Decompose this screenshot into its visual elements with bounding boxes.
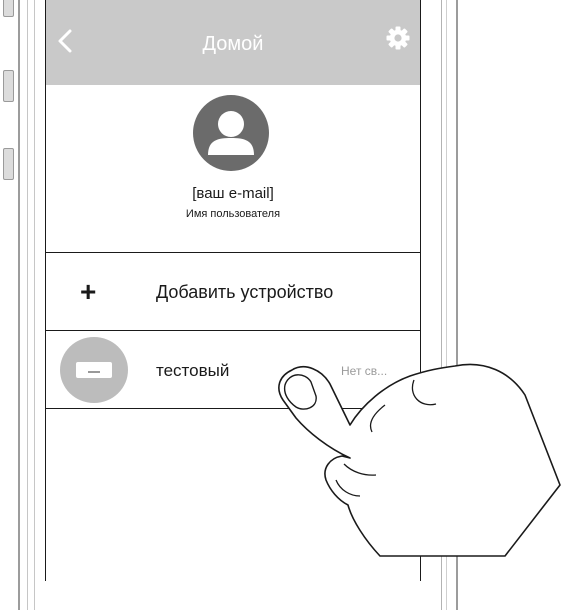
device-avatar [60, 337, 128, 403]
air-conditioner-icon [76, 362, 112, 378]
app-screen: Домой [ваш e-mail] Имя пользователя + До… [45, 0, 421, 581]
device-status: Нет св... [341, 364, 388, 378]
phone-volume-down-button [3, 148, 14, 180]
profile-section: [ваш e-mail] Имя пользователя [46, 85, 420, 252]
phone-side-button-top [3, 0, 14, 17]
user-icon[interactable] [193, 95, 269, 171]
phone-volume-up-button [3, 70, 14, 102]
page-title: Домой [202, 33, 264, 55]
user-email: [ваш e-mail] [192, 185, 274, 202]
add-device-label: Добавить устройство [156, 282, 334, 302]
device-name: тестовый [156, 361, 230, 380]
user-name: Имя пользователя [185, 208, 281, 220]
phone-frame-inner-left [27, 0, 35, 610]
plus-icon: + [80, 276, 97, 307]
gear-icon[interactable] [386, 26, 410, 50]
header-bar: Домой [46, 0, 420, 85]
device-list-item[interactable]: тестовый Нет св... [46, 331, 420, 408]
add-device-button[interactable]: + Добавить устройство [46, 253, 420, 330]
divider [46, 408, 420, 409]
phone-frame-inner-right [441, 0, 447, 610]
